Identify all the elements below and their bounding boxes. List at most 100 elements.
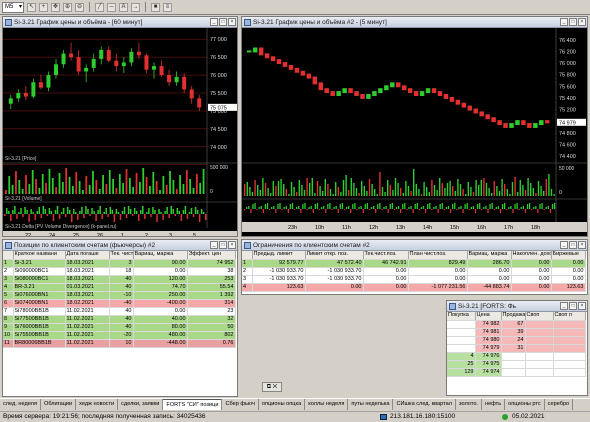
minimize-icon[interactable]: _ (210, 241, 218, 249)
workspace-tab[interactable]: FORTS "СИ" позици (163, 399, 223, 410)
column-header[interactable]: Краткое названи (13, 251, 66, 260)
orderbook-row[interactable]: 74 982 67 (447, 320, 586, 329)
limit-row[interactable]: 3 -1 030 933.70 -1 030 933.70 0.00 0.00 0.00 0… (242, 275, 586, 284)
arrow-tool-icon[interactable]: → (131, 2, 140, 12)
position-row[interactable]: 8 Si77500BB1B 11.02.2021 40 40.00 32 (3, 315, 236, 324)
position-row[interactable]: 11 BR80006BB1B 11.02.2021 10 -448.00 0.76 (3, 339, 236, 348)
close-icon[interactable]: × (578, 302, 586, 310)
maximize-icon[interactable]: □ (219, 241, 227, 249)
workspace-tab[interactable]: сделки, заявки (118, 399, 164, 410)
server-address: 213.181.16.180:15100 (390, 413, 456, 420)
zoom-in-icon[interactable]: ⊕ (63, 2, 72, 12)
minimize-icon[interactable]: _ (560, 241, 568, 249)
column-header[interactable]: Своп (525, 312, 554, 321)
close-icon[interactable]: × (228, 241, 236, 249)
column-header[interactable]: Покупка (447, 312, 476, 321)
swap-p-cell (553, 360, 586, 369)
column-header[interactable]: Предыд. лимит (252, 251, 306, 260)
column-header[interactable]: План чист.поз. (408, 251, 468, 260)
delta-bar (115, 209, 118, 214)
maturity-date: 18.03.2021 (65, 267, 110, 276)
volume-bar (105, 184, 108, 194)
maximize-icon[interactable]: □ (569, 302, 577, 310)
column-header[interactable]: Вариац. маржа (133, 251, 188, 260)
column-header[interactable]: Биржевые (551, 251, 586, 260)
workspace-tab[interactable]: серебро (545, 399, 574, 410)
line-tool-icon[interactable]: ╱ (95, 2, 104, 12)
workspace-tab[interactable]: Облигации (41, 399, 77, 410)
minimize-icon[interactable]: _ (560, 302, 568, 310)
text-tool-icon[interactable]: A (119, 2, 128, 12)
column-header[interactable]: Тек. чист (109, 251, 134, 260)
column-header[interactable]: Своп п (553, 312, 586, 321)
color-tool-icon[interactable]: ■ (151, 2, 160, 12)
workspace-tab[interactable]: коллы неделя (305, 399, 349, 410)
workspace-tab[interactable]: Сбер фьюч (222, 399, 259, 410)
limit-row[interactable]: 2 -1 030 933.70 -1 030 933.70 0.00 0.00 0.00 0… (242, 267, 586, 276)
position-row[interactable]: 2 Si090000BC1 18.03.2021 18 0.00 38 (3, 267, 236, 276)
position-row[interactable]: 5 Si076000BN1 18.03.2021 -10 250.00 1 392 (3, 291, 236, 300)
minimize-icon[interactable]: _ (210, 18, 218, 26)
chart1-canvas[interactable]: 77 00076 50076 00075 50075 00074 50074 0… (3, 28, 237, 236)
minimized-window-stub[interactable]: ⧉ ✕ (262, 382, 282, 392)
chart2-canvas[interactable]: 76 400 76 200 76 000 75 800 75 600 75 400 75 2… (242, 28, 587, 236)
maximize-icon[interactable]: □ (569, 18, 577, 26)
chart2-titlebar[interactable]: Si-3.21 График цены и объёма #2 - [5 мин… (242, 17, 587, 28)
position-row[interactable]: 10 Si75500BB1B 11.02.2021 -20 480.00 802 (3, 331, 236, 340)
orderbook-row[interactable]: 4 74 976 (447, 352, 586, 361)
maximize-icon[interactable]: □ (219, 18, 227, 26)
workspace-tab[interactable]: СИшка след. квартал (393, 399, 457, 410)
position-row[interactable]: 6 Si074000BN1 18.02.2021 -40 -400.00 314 (3, 299, 236, 308)
position-row[interactable]: 7 Si78000BB1B 11.02.2021 40 0.00 23 (3, 307, 236, 316)
orderbook-row[interactable]: 74 980 24 (447, 336, 586, 345)
column-header[interactable]: Накоплен. доход (511, 251, 552, 260)
delta-bar (485, 206, 487, 209)
hline-tool-icon[interactable]: ─ (107, 2, 116, 12)
zoom-out-icon[interactable]: ⊖ (75, 2, 84, 12)
column-header[interactable]: Эффект. цен (187, 251, 236, 260)
column-header[interactable]: Цена (475, 312, 502, 321)
orderbook-row[interactable]: 74 981 39 (447, 328, 586, 337)
cursor-icon[interactable]: ↖ (27, 2, 36, 12)
maximize-icon[interactable]: □ (569, 241, 577, 249)
workspace-tab[interactable]: нефть (482, 399, 506, 410)
orderbook-row[interactable]: 74 979 31 (447, 344, 586, 353)
workspace-tab[interactable]: путы неделька (348, 399, 394, 410)
workspace-tab[interactable]: опционы опцка (259, 399, 306, 410)
positions-titlebar[interactable]: Позиции по клиентским счетам (фьючерсы) … (3, 240, 237, 251)
limit-row[interactable]: 4 123.63 0.00 0.00 -1 077 231.56 -44 883.74 0.… (242, 283, 586, 292)
interval-select[interactable]: M5 (2, 1, 24, 13)
crosshair-icon[interactable]: + (39, 2, 48, 12)
chart1-titlebar[interactable]: Si-3.21 График цены и объёма - [60 минут… (3, 17, 237, 28)
delta-bar (493, 209, 495, 210)
position-row[interactable]: 1 Si-3.21 18.03.2021 3 90.00 74 952 (3, 259, 236, 268)
price-bar (545, 120, 550, 124)
volume-bar (251, 192, 254, 196)
swap-cell (525, 320, 554, 329)
position-row[interactable]: 4 BR-3.21 01.03.2021 40 74.70 55.54 (3, 283, 236, 292)
column-header[interactable]: Вариац. маржа (467, 251, 512, 260)
column-header[interactable]: Дата погаше (65, 251, 110, 260)
pan-icon[interactable]: ✥ (51, 2, 60, 12)
column-header[interactable]: Лимит откр. поз. (305, 251, 364, 260)
limits-titlebar[interactable]: Ограничения по клиентским счетам #2 _ □ … (242, 240, 587, 251)
close-icon[interactable]: × (578, 241, 586, 249)
close-icon[interactable]: × (578, 18, 586, 26)
position-row[interactable]: 9 Si76000BB1B 11.02.2021 40 80.00 50 (3, 323, 236, 332)
net-position: -10 (109, 291, 134, 300)
limit-row[interactable]: 1 92 579.77 47 572.40 46 742.91 829.49 286.70… (242, 259, 586, 268)
orderbook-titlebar[interactable]: Si-3.21 [FORTS: Фь _ □ × (447, 301, 587, 312)
workspace-tab[interactable]: хедж новости (76, 399, 119, 410)
workspace-tab[interactable]: след. неделя (0, 399, 41, 410)
delta-bar (127, 206, 130, 214)
close-icon[interactable]: × (228, 18, 236, 26)
width-tool-icon[interactable]: ≡ (163, 2, 172, 12)
column-header[interactable]: Тек.чист.поз. (363, 251, 409, 260)
orderbook-row[interactable]: 129 74 974 (447, 368, 586, 377)
position-row[interactable]: 3 Si080000BC1 18.03.2021 40 120.00 253 (3, 275, 236, 284)
workspace-tab[interactable]: золото. (456, 399, 482, 410)
column-header[interactable]: Продажа (501, 312, 526, 321)
workspace-tab[interactable]: опционы ртс (505, 399, 545, 410)
orderbook-row[interactable]: 25 74 975 (447, 360, 586, 369)
minimize-icon[interactable]: _ (560, 18, 568, 26)
